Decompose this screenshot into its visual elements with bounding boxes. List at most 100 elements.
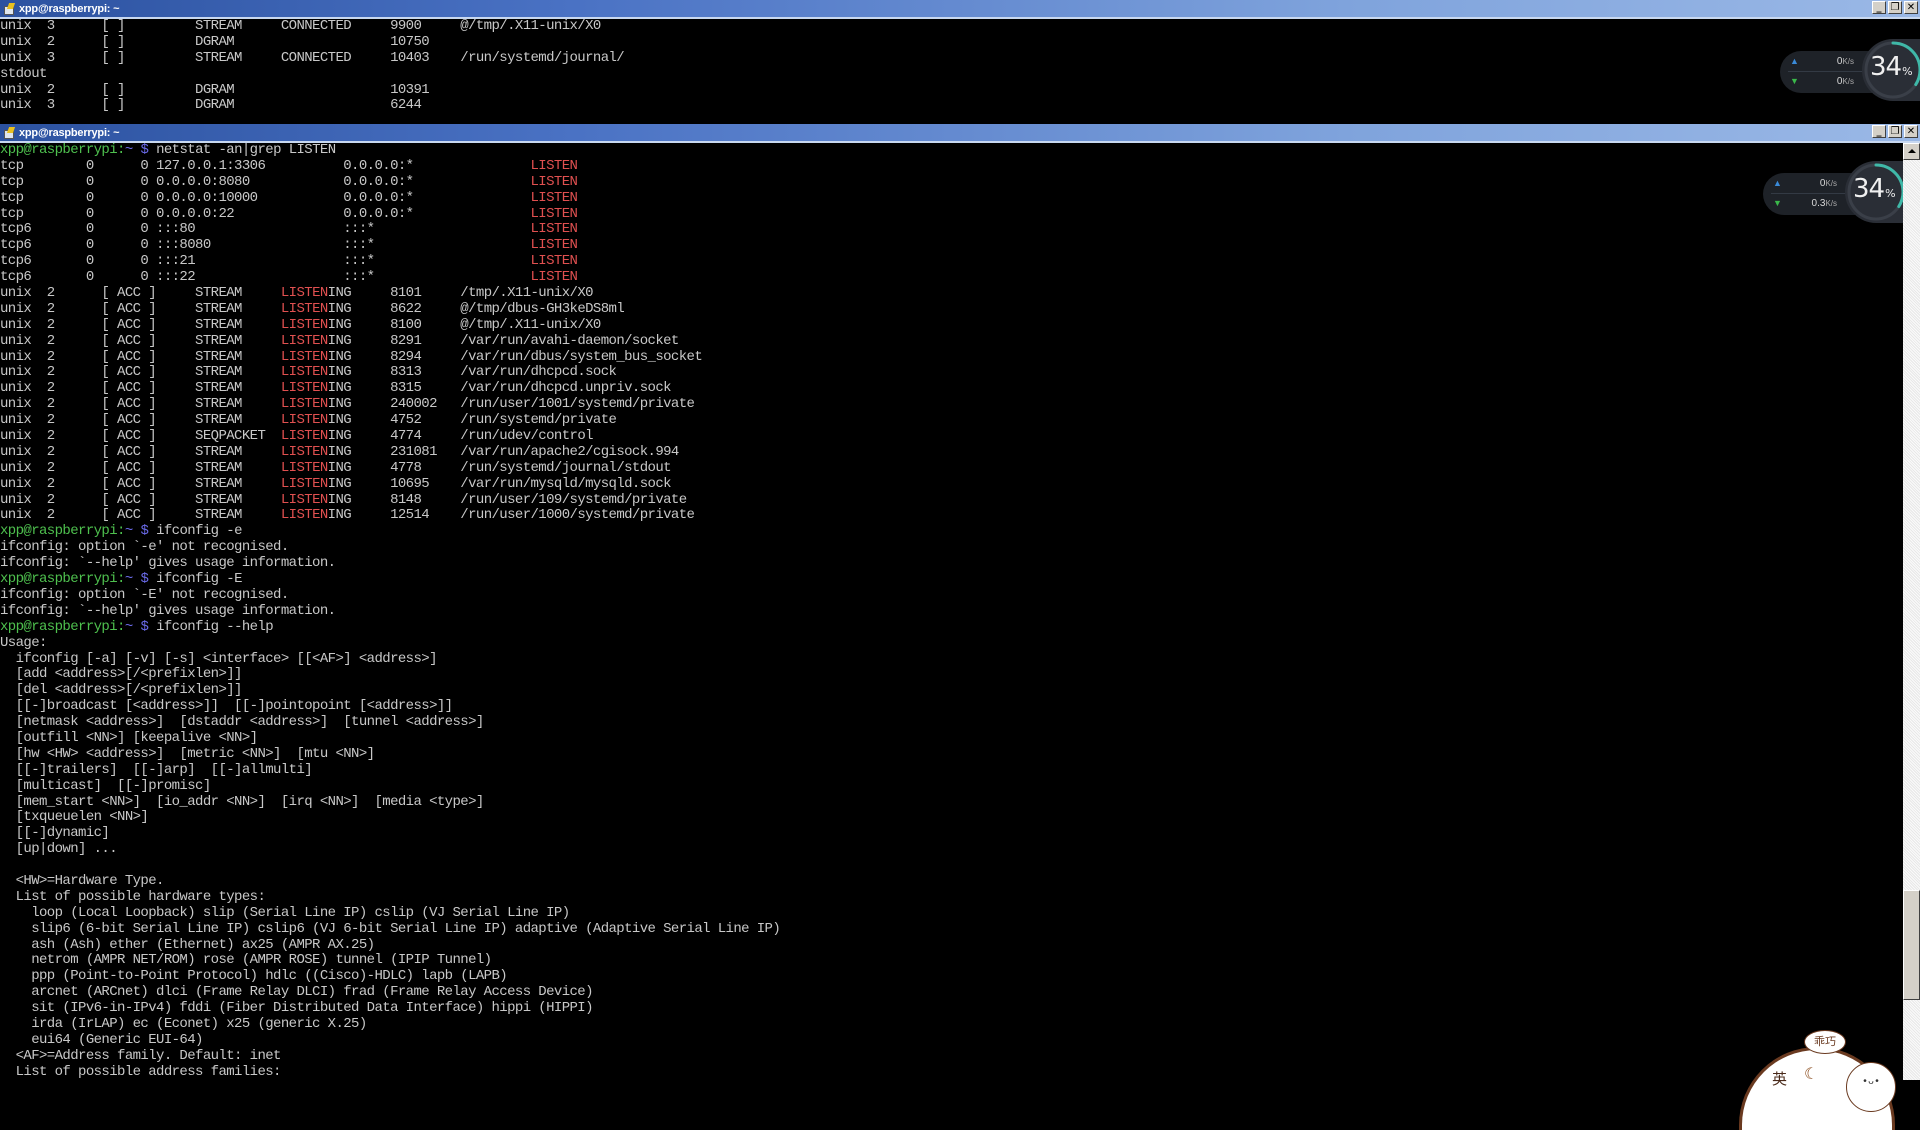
scroll-up-button[interactable] xyxy=(1903,143,1920,160)
memory-usage-percent: 34 xyxy=(1853,174,1885,204)
output-text: ING 10695 /var/run/mysqld/mysqld.sock xyxy=(327,475,672,492)
terminal-line: loop (Local Loopback) slip (Serial Line … xyxy=(0,904,1903,922)
output-text: sit (IPv6-in-IPv4) fddi (Fiber Distribut… xyxy=(0,1000,593,1017)
terminal-line: xpp@raspberrypi:~ $ netstat -an|grep LIS… xyxy=(0,143,1903,159)
input-method-widget[interactable]: 乖巧 英 ☾ •ᴗ• xyxy=(1742,1020,1902,1130)
window-titlebar-main[interactable]: xpp@raspberrypi: ~ _ ❐ ✕ xyxy=(0,124,1920,143)
terminal-line: [hw <HW> <address>] [metric <NN>] [mtu <… xyxy=(0,746,1903,763)
terminal-line: eui64 (Generic EUI-64) xyxy=(0,1032,1903,1049)
output-text: ING 8313 /var/run/dhcpcd.sock xyxy=(327,364,617,381)
output-text: unix 2 [ ACC ] STREAM xyxy=(0,348,281,365)
vertical-scrollbar[interactable] xyxy=(1903,143,1920,1080)
percent-sign: % xyxy=(1902,65,1913,78)
grep-match-highlight: LISTEN xyxy=(280,459,328,476)
upload-speed-unit: K/s xyxy=(1842,57,1854,66)
output-text: arcnet (ARCnet) dlci (Frame Relay DLCI) … xyxy=(0,984,593,1001)
grep-match-highlight: LISTEN xyxy=(530,205,578,222)
output-text: ING 8294 /var/run/dbus/system_bus_socket xyxy=(327,348,703,365)
output-text: ifconfig --help xyxy=(148,618,274,635)
terminal-line: Usage: xyxy=(0,635,1903,652)
output-text: unix 2 [ ACC ] STREAM xyxy=(0,443,281,460)
terminal-line: unix 2 [ ACC ] SEQPACKET LISTENING 4774 … xyxy=(0,428,1903,445)
moon-icon[interactable]: ☾ xyxy=(1804,1064,1818,1084)
terminal-output-main[interactable]: xpp@raspberrypi:~ $ netstat -an|grep LIS… xyxy=(0,143,1903,1080)
output-text: unix 2 [ ACC ] STREAM xyxy=(0,285,281,302)
minimize-button[interactable]: _ xyxy=(1872,125,1886,138)
grep-match-highlight: LISTEN xyxy=(280,348,328,365)
terminal-line: ifconfig: `--help' gives usage informati… xyxy=(0,603,1903,620)
output-text: irda (IrLAP) ec (Econet) x25 (generic X.… xyxy=(0,1015,367,1032)
terminal-line: unix 2 [ ACC ] STREAM LISTENING 240002 /… xyxy=(0,396,1903,413)
output-text: slip6 (6-bit Serial Line IP) cslip6 (VJ … xyxy=(0,920,781,937)
terminal-line: [netmask <address>] [dstaddr <address>] … xyxy=(0,714,1903,731)
terminal-line: unix 2 [ ACC ] STREAM LISTENING 8148 /ru… xyxy=(0,492,1903,509)
prompt-symbol: ~ xyxy=(124,571,133,588)
network-speed-panel: ▲ 0K/s ▼ 0.3K/s xyxy=(1763,173,1855,215)
output-text: [del <address>[/<prefixlen>]] xyxy=(0,682,243,699)
terminal-line: tcp 0 0 0.0.0.0:22 0.0.0.0:* LISTEN xyxy=(0,205,1903,223)
download-arrow-icon: ▼ xyxy=(1773,198,1782,208)
window-titlebar-top[interactable]: xpp@raspberrypi: ~ _ ❐ ✕ xyxy=(0,0,1920,19)
window-controls: _ ❐ ✕ xyxy=(1872,1,1918,14)
output-text: unix 2 [ ACC ] STREAM xyxy=(0,507,281,524)
output-text: ING 4778 /run/systemd/journal/stdout xyxy=(327,459,672,476)
output-text: tcp 0 0 0.0.0.0:10000 0.0.0.0:* xyxy=(0,189,531,206)
minimize-button[interactable]: _ xyxy=(1872,1,1886,14)
putty-icon xyxy=(3,126,16,139)
close-button[interactable]: ✕ xyxy=(1904,125,1918,138)
terminal-line: unix 2 [ ACC ] STREAM LISTENING 8100 @/t… xyxy=(0,317,1903,334)
output-text: [outfill <NN>] [keepalive <NN>] xyxy=(0,729,258,746)
output-text: [mem_start <NN>] [io_addr <NN>] [irq <NN… xyxy=(0,793,485,810)
restore-button[interactable]: ❐ xyxy=(1888,1,1902,14)
mascot-face-icon: •ᴗ• xyxy=(1846,1062,1896,1112)
output-text: unix 2 [ ACC ] STREAM xyxy=(0,459,281,476)
prompt-symbol: ~ xyxy=(124,143,133,158)
terminal-line: xpp@raspberrypi:~ $ ifconfig --help xyxy=(0,618,1903,636)
terminal-line: stdout xyxy=(0,65,1903,83)
putty-icon xyxy=(3,2,16,15)
scrollbar-thumb[interactable] xyxy=(1903,890,1920,1000)
language-toggle[interactable]: 英 xyxy=(1772,1068,1787,1089)
terminal-line: unix 2 [ ACC ] STREAM LISTENING 10695 /v… xyxy=(0,475,1903,493)
terminal-output-top[interactable]: unix 3 [ ] STREAM CONNECTED 9900 @/tmp/.… xyxy=(0,19,1903,124)
terminal-line: slip6 (6-bit Serial Line IP) cslip6 (VJ … xyxy=(0,920,1903,938)
terminal-line: tcp6 0 0 :::22 :::* LISTEN xyxy=(0,269,1903,286)
terminal-line: tcp 0 0 0.0.0.0:8080 0.0.0.0:* LISTEN xyxy=(0,173,1903,191)
terminal-window-background: xpp@raspberrypi: ~ _ ❐ ✕ unix 3 [ ] STRE… xyxy=(0,0,1920,124)
network-speed-panel: ▲ 0K/s ▼ 0K/s xyxy=(1780,51,1872,93)
output-text: List of possible address families: xyxy=(0,1063,282,1080)
output-text: <AF>=Address family. Default: inet xyxy=(0,1047,282,1064)
window-controls: _ ❐ ✕ xyxy=(1872,125,1918,138)
terminal-line: tcp6 0 0 :::8080 :::* LISTEN xyxy=(0,237,1903,254)
output-text: ING 8622 @/tmp/dbus-GH3keDS8ml xyxy=(327,300,625,317)
output-text: tcp6 0 0 :::8080 :::* xyxy=(0,237,531,254)
memory-usage-gauge[interactable]: 34% xyxy=(1845,161,1903,223)
restore-button[interactable]: ❐ xyxy=(1888,125,1902,138)
terminal-line: ash (Ash) ether (Ethernet) ax25 (AMPR AX… xyxy=(0,937,1903,954)
grep-match-highlight: LISTEN xyxy=(280,332,328,349)
grep-match-highlight: LISTEN xyxy=(280,396,328,413)
grep-match-highlight: LISTEN xyxy=(280,507,328,524)
output-text: stdout xyxy=(0,65,47,82)
output-text: unix 3 [ ] STREAM CONNECTED 9900 @/tmp/.… xyxy=(0,19,601,34)
output-text: tcp6 0 0 :::22 :::* xyxy=(0,269,531,286)
prompt-symbol: ~ xyxy=(124,523,133,540)
output-text: loop (Local Loopback) slip (Serial Line … xyxy=(0,904,570,921)
output-text: List of possible hardware types: xyxy=(0,888,266,905)
network-monitor-widget[interactable]: ▲ 0K/s ▼ 0K/s 34% xyxy=(1780,39,1920,103)
memory-usage-gauge[interactable]: 34% xyxy=(1862,39,1920,101)
network-monitor-widget[interactable]: ▲ 0K/s ▼ 0.3K/s 34% xyxy=(1763,161,1903,225)
output-text: unix 2 [ ACC ] STREAM xyxy=(0,475,281,492)
grep-match-highlight: LISTEN xyxy=(530,157,578,174)
close-button[interactable]: ✕ xyxy=(1904,1,1918,14)
output-text: [[-]trailers] [[-]arp] [[-]allmulti] xyxy=(0,761,313,778)
terminal-line: tcp 0 0 127.0.0.1:3306 0.0.0.0:* LISTEN xyxy=(0,157,1903,175)
percent-sign: % xyxy=(1885,187,1896,200)
terminal-line: unix 2 [ ] DGRAM 10391 xyxy=(0,82,1903,99)
output-text: ifconfig: option `-e' not recognised. xyxy=(0,539,289,556)
output-text: unix 3 [ ] DGRAM 6244 xyxy=(0,97,422,114)
download-speed-unit: K/s xyxy=(1842,77,1854,86)
output-text: tcp 0 0 0.0.0.0:8080 0.0.0.0:* xyxy=(0,173,531,190)
output-text: ifconfig: `--help' gives usage informati… xyxy=(0,555,336,572)
output-text: ING 8315 /var/run/dhcpcd.unpriv.sock xyxy=(327,380,672,397)
